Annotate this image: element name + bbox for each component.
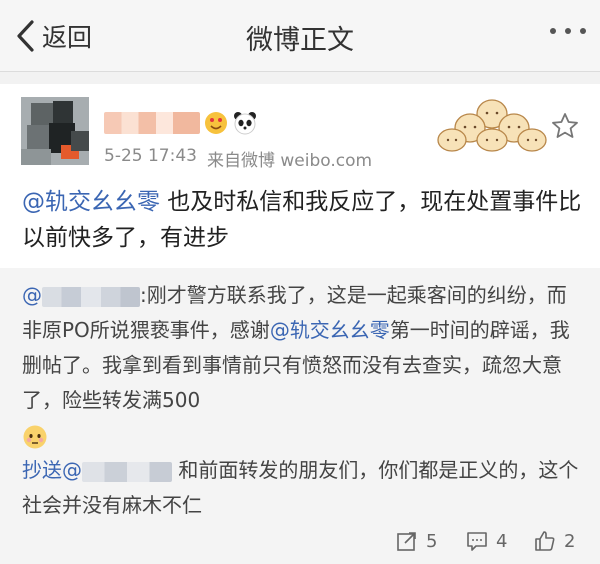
- repost-button[interactable]: 5: [396, 530, 437, 552]
- mention-link[interactable]: @轨交幺幺零: [22, 189, 160, 215]
- repost-username-pixelated[interactable]: [42, 286, 140, 307]
- cc-prefix[interactable]: 抄送@: [22, 458, 82, 482]
- post-meta: 5-25 17:43 来自微博 weibo.com: [104, 146, 372, 171]
- action-bar: 5 4 2: [0, 522, 600, 564]
- repost-mention-link[interactable]: @轨交幺幺零: [270, 318, 390, 342]
- comment-button[interactable]: 4: [466, 530, 507, 552]
- username-pixelated: [104, 112, 200, 134]
- comment-count: 4: [496, 530, 508, 552]
- repost-content: @:刚才警方联系我了，这是一起乘客间的纠纷，而非原PO所说猥亵事件，感谢@轨交幺…: [22, 278, 582, 523]
- repost-block[interactable]: @:刚才警方联系我了，这是一起乘客间的纠纷，而非原PO所说猥亵事件，感谢@轨交幺…: [0, 268, 600, 522]
- post-content: @轨交幺幺零 也及时私信和我反应了，现在处置事件比以前快多了，有进步: [22, 184, 582, 256]
- share-icon: [397, 532, 416, 551]
- thumbs-up-icon: [535, 531, 555, 551]
- repost-user-mention-prefix[interactable]: @: [22, 283, 42, 307]
- heart-eyes-emoji-icon: [205, 112, 227, 134]
- embarrassed-face-emoji-icon: [23, 425, 47, 448]
- favorite-star-icon[interactable]: [551, 112, 579, 140]
- post-source[interactable]: 来自微博 weibo.com: [207, 146, 372, 171]
- repost-count: 5: [426, 530, 438, 552]
- comment-icon: [467, 532, 487, 551]
- nav-bar: 返回 微博正文: [0, 0, 600, 72]
- cc-username-pixelated[interactable]: [82, 461, 172, 482]
- page-title: 微博正文: [246, 25, 354, 56]
- username[interactable]: [104, 110, 258, 136]
- post-time: 5-25 17:43: [104, 146, 197, 166]
- cartoon-faces-decoration: [437, 99, 547, 152]
- more-options-icon[interactable]: [550, 28, 586, 34]
- panda-icon: [234, 112, 256, 135]
- weibo-post: 5-25 17:43 来自微博 weibo.com @轨交幺幺零 也及时私信和我…: [0, 84, 600, 564]
- like-button[interactable]: 2: [534, 530, 575, 552]
- avatar[interactable]: [21, 97, 89, 165]
- like-count: 2: [564, 530, 576, 552]
